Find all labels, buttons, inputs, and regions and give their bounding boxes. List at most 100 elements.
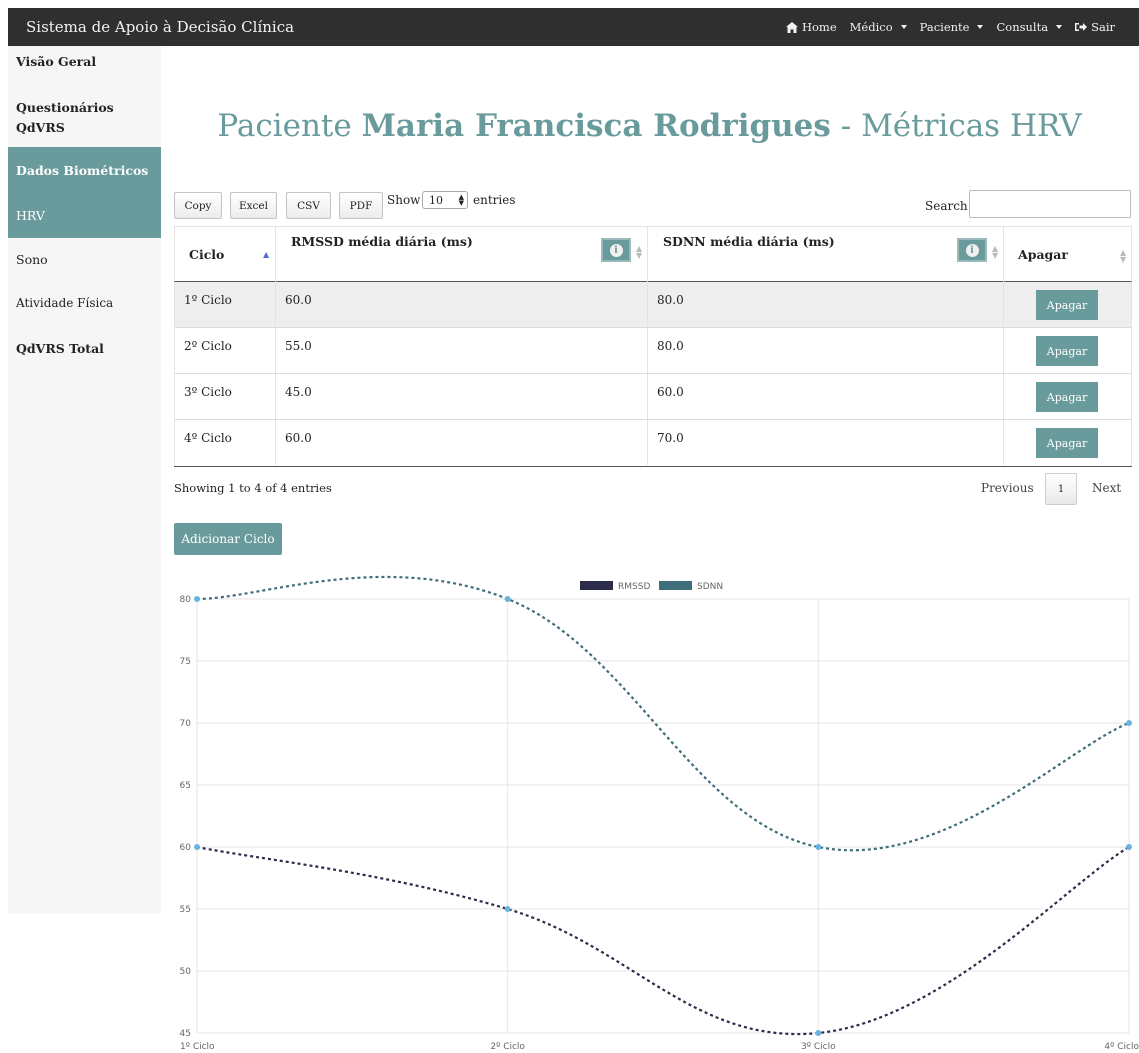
pagination-page-1[interactable]: 1 — [1045, 473, 1077, 505]
y-tick-label: 45 — [180, 1029, 191, 1039]
cell-ciclo: 2º Ciclo — [184, 339, 232, 353]
entries-select[interactable]: 10 ▲ ▼ — [422, 191, 468, 209]
excel-button[interactable]: Excel — [230, 192, 277, 219]
sidebar-item-dados-biometricos[interactable]: Dados Biométricos — [8, 147, 161, 195]
nav-medico-label: Médico — [849, 20, 893, 34]
info-icon: i — [609, 243, 623, 257]
sidebar-item-visao-geral[interactable]: Visão Geral — [8, 54, 161, 69]
sort-icon: ▲ ▼ — [992, 243, 999, 260]
pdf-button[interactable]: PDF — [339, 192, 383, 219]
column-header-label: RMSSD média diária (ms) — [291, 234, 473, 249]
table-row: 3º Ciclo 45.0 60.0 Apagar — [174, 374, 1132, 420]
pagination-previous[interactable]: Previous — [981, 481, 1034, 495]
add-cycle-button[interactable]: Adicionar Ciclo — [174, 523, 282, 555]
legend-swatch — [659, 581, 692, 590]
y-tick-label: 50 — [180, 967, 192, 977]
sidebar-item-questionarios[interactable]: Questionários QdVRS — [8, 98, 118, 138]
y-tick-label: 70 — [180, 719, 192, 729]
y-tick-label: 60 — [180, 843, 192, 853]
nav-sair[interactable]: Sair — [1075, 20, 1115, 34]
rmssd-info-button[interactable]: i — [601, 238, 631, 262]
column-header-ciclo[interactable]: Ciclo ▲ — [175, 227, 275, 282]
cell-ciclo: 4º Ciclo — [184, 431, 232, 445]
cell-ciclo: 1º Ciclo — [184, 293, 232, 307]
delete-row-button[interactable]: Apagar — [1036, 336, 1098, 366]
chevron-down-icon — [977, 25, 984, 29]
delete-row-button[interactable]: Apagar — [1036, 428, 1098, 458]
search-input[interactable] — [969, 190, 1131, 218]
table-row: 1º Ciclo 60.0 80.0 Apagar — [174, 282, 1132, 328]
y-tick-label: 55 — [180, 905, 191, 915]
sort-icon: ▲ ▼ — [636, 243, 643, 260]
legend-label: SDNN — [697, 582, 723, 592]
hrv-line-chart: 80 75 70 65 60 55 50 45 1º Ciclo 2º Ciclo 3º Ciclo… — [180, 575, 1139, 1052]
cell-action: Apagar — [1003, 328, 1131, 373]
sidebar: Visão Geral Questionários QdVRS Dados Bi… — [8, 46, 161, 914]
pagination-next[interactable]: Next — [1092, 481, 1121, 495]
data-point — [1126, 720, 1132, 726]
chevron-down-icon — [1056, 25, 1063, 29]
copy-button[interactable]: Copy — [174, 192, 222, 219]
legend-label: RMSSD — [618, 582, 650, 592]
chevron-down-icon — [900, 25, 907, 29]
data-point — [194, 844, 200, 850]
nav-paciente-label: Paciente — [919, 20, 970, 34]
x-tick-label: 1º Ciclo — [180, 1042, 215, 1052]
sort-icon: ▲ ▼ — [1120, 247, 1127, 264]
delete-row-button[interactable]: Apagar — [1036, 382, 1098, 412]
series-line-sdnn — [196, 575, 1130, 852]
data-point — [504, 596, 511, 602]
patient-name: Maria Francisca Rodrigues — [361, 108, 831, 144]
cell-ciclo: 3º Ciclo — [184, 385, 232, 399]
top-navbar: Sistema de Apoio à Decisão Clínica Home … — [8, 8, 1139, 46]
nav-medico-dropdown[interactable]: Médico — [850, 20, 907, 34]
sidebar-item-sono[interactable]: Sono — [8, 252, 161, 267]
data-point — [194, 596, 200, 602]
legend-swatch — [580, 581, 613, 590]
table-row: 2º Ciclo 55.0 80.0 Apagar — [174, 328, 1132, 374]
show-label: Show — [387, 193, 421, 207]
x-tick-label: 4º Ciclo — [1104, 1042, 1139, 1052]
sdnn-info-button[interactable]: i — [957, 238, 987, 262]
top-nav: Home Médico Paciente Consulta Sair — [773, 20, 1139, 34]
column-header-sdnn[interactable]: SDNN média diária (ms) i ▲ ▼ — [647, 227, 1003, 282]
cell-sdnn: 70.0 — [647, 420, 1003, 465]
cell-sdnn: 80.0 — [647, 328, 1003, 373]
data-point — [815, 1030, 822, 1036]
nav-consulta-dropdown[interactable]: Consulta — [996, 20, 1063, 34]
nav-home[interactable]: Home — [785, 20, 837, 34]
title-suffix: - Métricas HRV — [840, 108, 1082, 144]
app-brand[interactable]: Sistema de Apoio à Decisão Clínica — [8, 18, 294, 36]
sidebar-item-hrv[interactable]: HRV — [8, 195, 161, 238]
column-header-rmssd[interactable]: RMSSD média diária (ms) i ▲ ▼ — [275, 227, 647, 282]
y-tick-label: 80 — [180, 595, 192, 605]
page-title: Paciente Maria Francisca Rodrigues - Mét… — [160, 108, 1139, 144]
csv-button[interactable]: CSV — [286, 192, 331, 219]
home-icon — [785, 21, 798, 33]
nav-paciente-dropdown[interactable]: Paciente — [920, 20, 984, 34]
y-tick-label: 75 — [180, 657, 191, 667]
y-tick-label: 65 — [180, 781, 191, 791]
sidebar-item-atividade-fisica[interactable]: Atividade Física — [8, 296, 161, 310]
cell-rmssd: 45.0 — [275, 374, 647, 419]
search-label: Search: — [925, 199, 972, 213]
nav-sair-label: Sair — [1091, 20, 1115, 34]
table-header: Ciclo ▲ RMSSD média diária (ms) i ▲ ▼ SDN… — [174, 226, 1132, 282]
hrv-table: Ciclo ▲ RMSSD média diária (ms) i ▲ ▼ SDN… — [174, 226, 1132, 467]
nav-consulta-label: Consulta — [996, 20, 1049, 34]
cell-rmssd: 60.0 — [275, 420, 647, 465]
sign-out-icon — [1075, 23, 1088, 31]
nav-home-label: Home — [801, 20, 837, 34]
cell-rmssd: 60.0 — [275, 282, 647, 327]
x-tick-label: 3º Ciclo — [801, 1042, 836, 1052]
entries-select-value: 10 — [429, 193, 443, 207]
delete-row-button[interactable]: Apagar — [1036, 290, 1098, 320]
column-header-apagar[interactable]: Apagar ▲ ▼ — [1003, 227, 1131, 282]
column-header-label: SDNN média diária (ms) — [663, 234, 835, 249]
sidebar-item-qdvrs-total[interactable]: QdVRS Total — [8, 341, 161, 356]
entries-label: entries — [473, 193, 516, 207]
cell-action: Apagar — [1003, 374, 1131, 419]
table-row: 4º Ciclo 60.0 70.0 Apagar — [174, 420, 1132, 466]
data-point — [504, 906, 511, 912]
column-header-label: Ciclo — [189, 247, 225, 262]
